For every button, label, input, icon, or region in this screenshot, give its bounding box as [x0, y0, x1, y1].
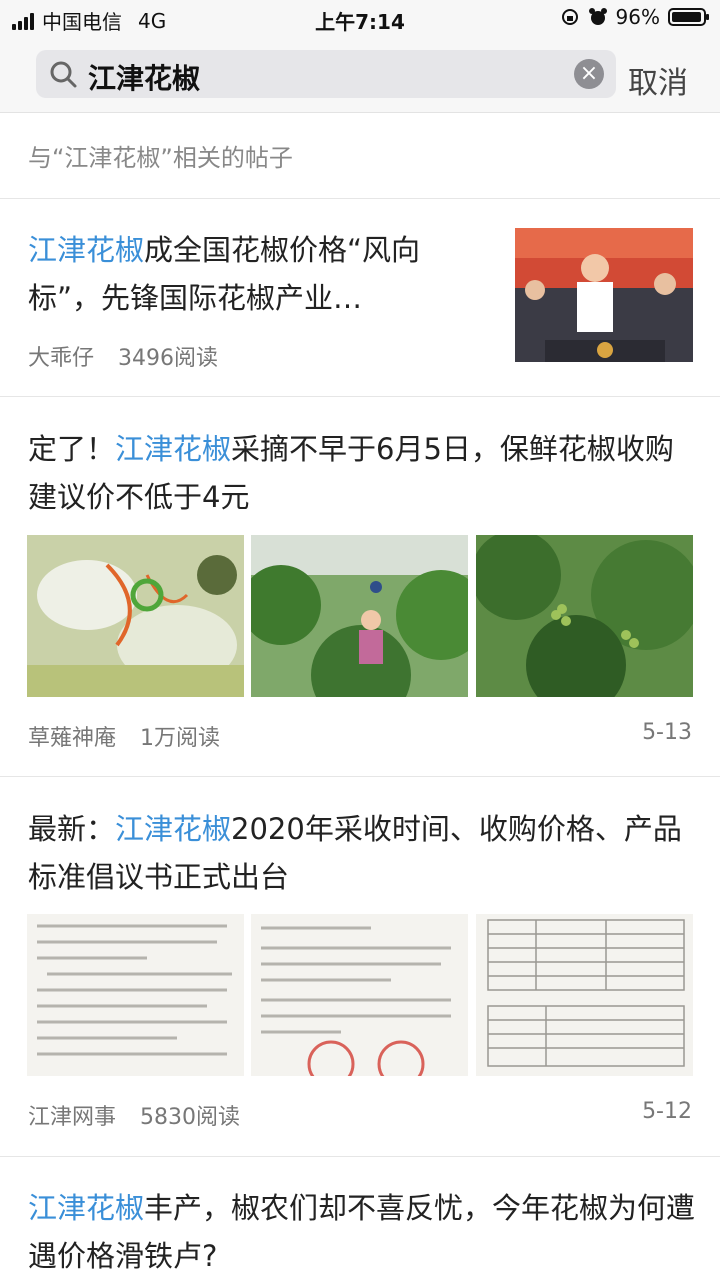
post-title: 定了！江津花椒采摘不早于6月5日，保鲜花椒收购建议价不低于4元 [28, 432, 674, 514]
post-title: 最新：江津花椒2020年采收时间、收购价格、产品标准倡议书正式出台 [28, 812, 682, 894]
post-reads: 3496阅读 [118, 346, 219, 371]
post-date: 5-12 [642, 1099, 692, 1124]
status-bar: 中国电信 4G 上午7:14 96% [0, 0, 720, 36]
post-image [251, 535, 468, 697]
cancel-button[interactable]: 取消 [628, 58, 688, 102]
search-bar: 江津花椒 × 取消 [0, 36, 720, 113]
divider [0, 396, 720, 397]
post-author: 江津网事 [28, 1105, 117, 1130]
post-image [476, 914, 693, 1076]
post-reads: 5830阅读 [140, 1105, 241, 1130]
post-meta: 大乖仔 3496阅读 [28, 340, 218, 372]
post-image [27, 535, 244, 697]
section-label: 与“江津花椒”相关的帖子 [28, 144, 293, 172]
orientation-lock-icon [561, 9, 578, 25]
post-date: 5-13 [642, 720, 692, 745]
post-title: 江津花椒丰产，椒农们却不喜反忧，今年花椒为何遭遇价格滑铁卢? [28, 1191, 696, 1273]
divider [0, 1156, 720, 1157]
divider [0, 198, 720, 199]
battery-icon [668, 8, 709, 26]
post-title: 江津花椒成全国花椒价格“风向标”，先锋国际花椒产业… [28, 233, 421, 315]
post-image [476, 535, 693, 697]
search-query: 江津花椒 [88, 62, 201, 95]
search-icon [50, 61, 77, 88]
clear-icon[interactable]: × [574, 59, 604, 89]
post-meta: 草薙神庵 1万阅读 [28, 720, 220, 752]
divider [0, 776, 720, 777]
post-author: 大乖仔 [28, 346, 95, 371]
post-image [27, 914, 244, 1076]
post-thumbnail [515, 228, 693, 362]
search-input[interactable]: 江津花椒 × [36, 50, 616, 98]
post-image [251, 914, 468, 1076]
post-meta: 江津网事 5830阅读 [28, 1099, 240, 1131]
alarm-icon [588, 8, 607, 25]
post-author: 草薙神庵 [28, 726, 117, 751]
battery-percent: 96% [615, 5, 660, 29]
post-reads: 1万阅读 [140, 726, 221, 751]
